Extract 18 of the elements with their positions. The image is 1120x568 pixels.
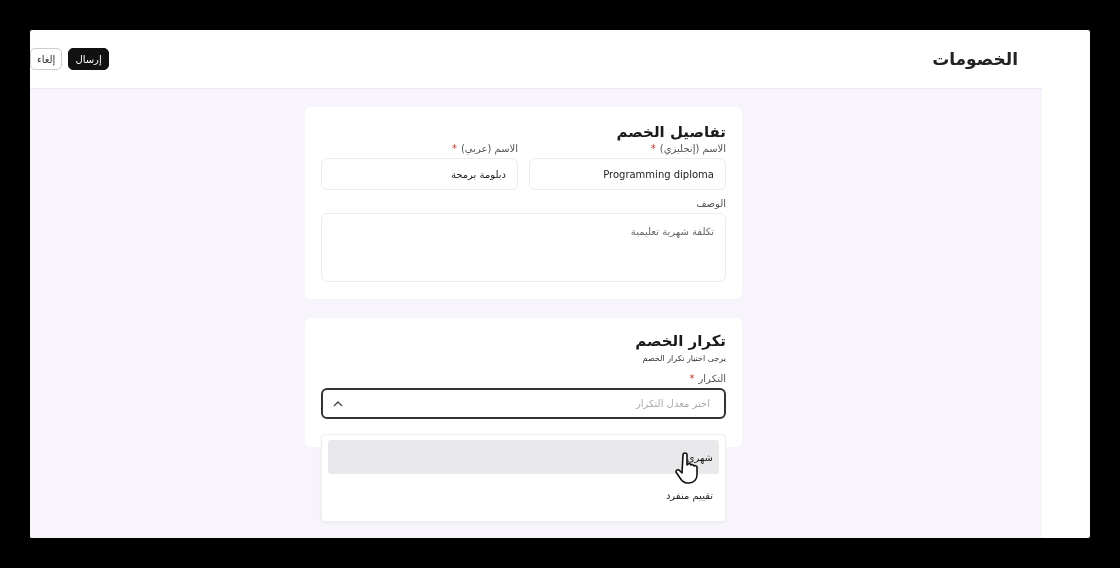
required-mark: * [451,143,457,154]
input-field[interactable]: Programming diploma [529,158,726,190]
field-label: الاسم (عربي) [460,143,518,154]
description-field[interactable]: تكلفة شهرية تعليمية [321,213,726,282]
card-title: تفاصيل الخصم [615,123,726,141]
field-label: الاسم (إنجليزي) [659,143,726,154]
required-mark: * [650,143,656,154]
chevron-icon [333,400,343,407]
card-subtitle: يرجى اختيار تكرار الخصم [641,354,726,363]
cancel-button[interactable]: إلغاء [30,48,63,70]
submit-button[interactable]: إرسال [68,48,109,70]
input-field[interactable]: دبلومة برمجة [321,158,518,190]
card-title: تكرار الخصم [634,332,726,350]
dropdown-option[interactable]: تقييم منفرد [328,478,719,512]
field-label: التكرار [698,373,726,384]
page-title: الخصومات [932,49,1018,69]
required-mark: * [689,373,695,384]
field-label: الوصف [695,198,726,209]
